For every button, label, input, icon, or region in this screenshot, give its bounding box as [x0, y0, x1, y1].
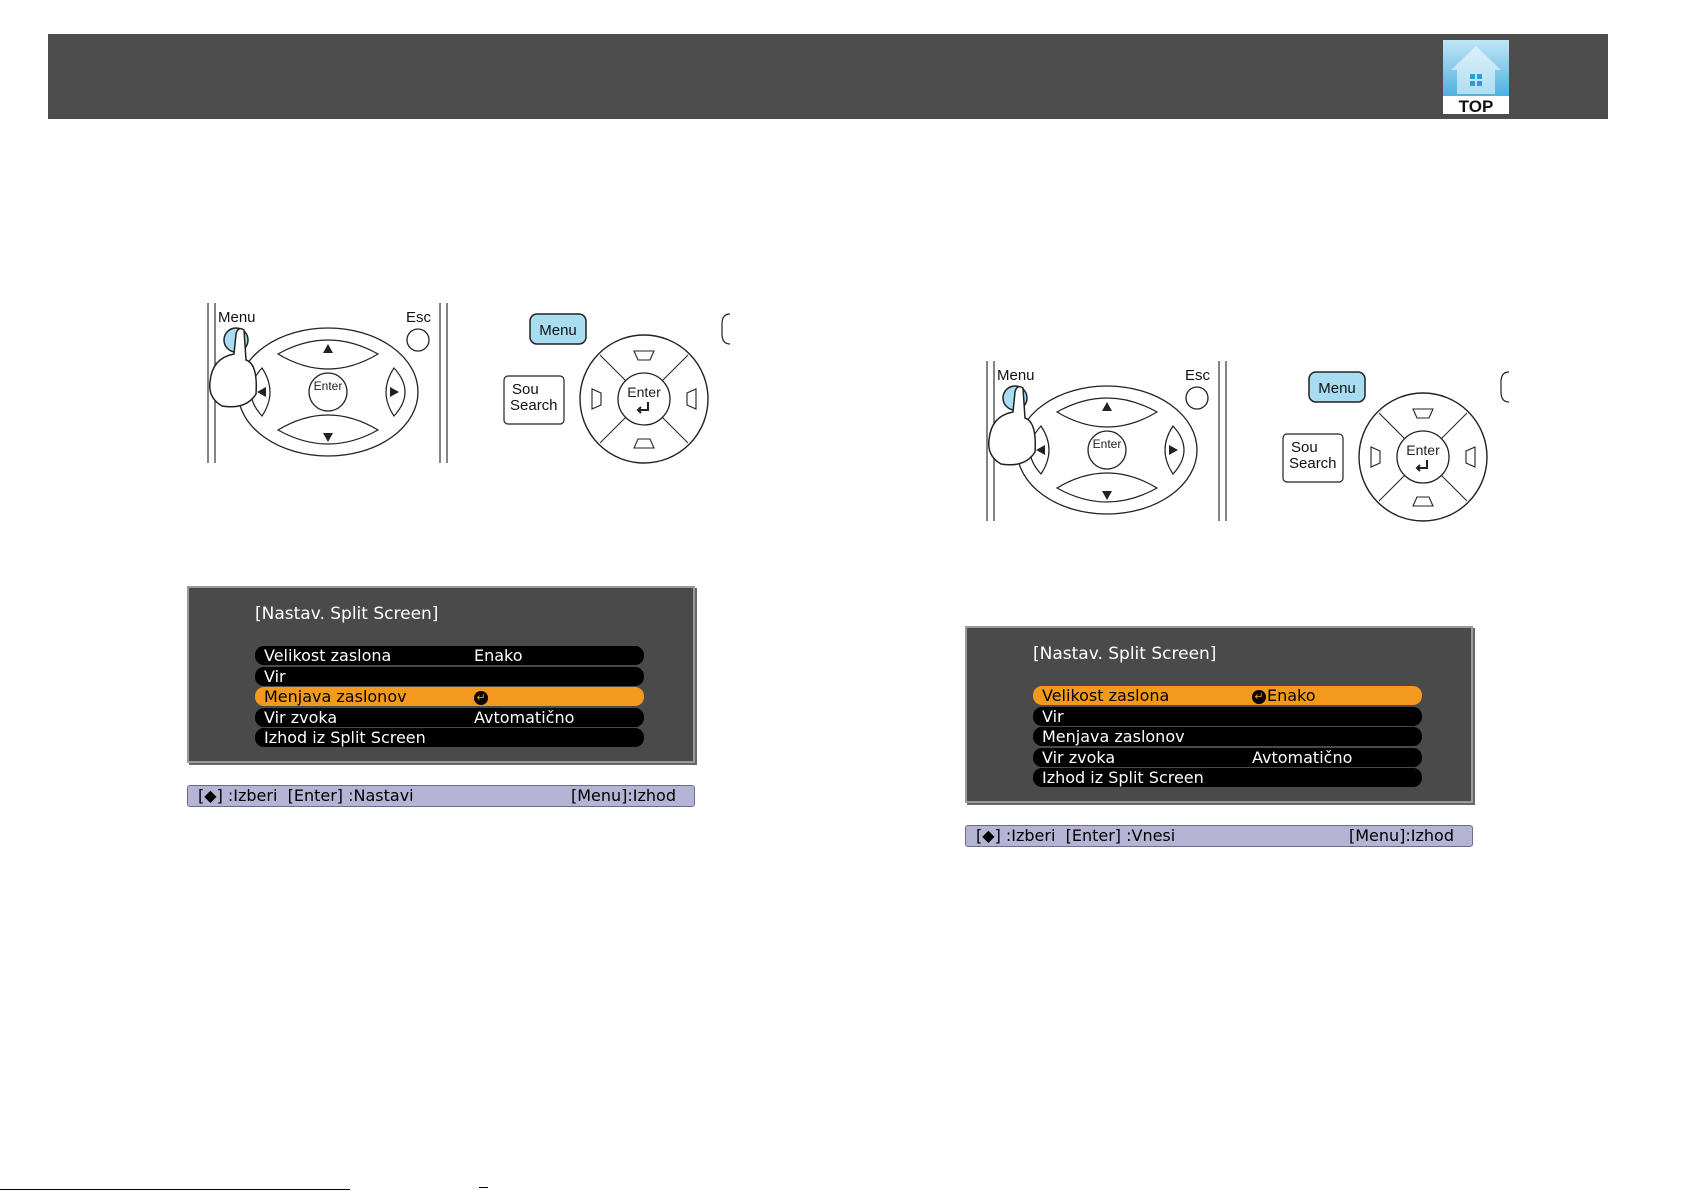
source-label-2: Search: [510, 397, 558, 414]
footer-rule: [0, 1189, 350, 1190]
menu-row-value: Avtomatično: [474, 708, 574, 727]
button-figure-1: Menu Esc Enter Menu Sou Search Enter: [200, 298, 760, 468]
button-figure-2: Menu Esc Enter Menu Sou Search Enter: [979, 356, 1539, 526]
menu-row-value-text: Avtomatično: [1252, 747, 1353, 767]
menu-row-value-text: Enako: [474, 646, 523, 665]
menu-row[interactable]: Vir: [1033, 706, 1422, 726]
enter-icon: ↵: [474, 691, 488, 705]
panel-menu-label: Menu: [1318, 380, 1356, 397]
menu-row-value-text: Enako: [1267, 686, 1316, 705]
menu-row-label: Vir zvoka: [264, 707, 338, 727]
enter-icon: ↵: [1252, 690, 1266, 704]
remote-control: Menu Esc Enter: [207, 303, 448, 463]
menu-row[interactable]: Vir zvoka Avtomatično: [1033, 747, 1422, 767]
help-exit-text: [Menu]:Izhod: [1348, 826, 1454, 845]
help-select-text: ] :Izberi: [994, 826, 1056, 845]
remote-menu-label: Menu: [218, 309, 256, 326]
remote-menu-label: Menu: [997, 367, 1035, 384]
menu-row-label: Velikost zaslona: [1042, 686, 1170, 705]
control-panel: Menu Sou Search Enter: [503, 313, 731, 464]
help-exit-text: [Menu]:Izhod: [570, 786, 676, 805]
source-label-2: Search: [1289, 455, 1337, 472]
up-down-arrows-icon: ◆: [204, 786, 217, 805]
remote-enter-label: Enter: [1093, 437, 1122, 451]
menu-row-label: Vir: [1042, 706, 1064, 726]
panel-enter-label: Enter: [627, 384, 661, 400]
footer-mark: [479, 1187, 488, 1188]
help-select-text: ] :Izberi: [216, 786, 278, 805]
menu-row[interactable]: Vir zvoka Avtomatično: [255, 707, 644, 727]
menu-row[interactable]: Izhod iz Split Screen: [1033, 768, 1422, 787]
source-label-1: Sou: [1291, 439, 1318, 456]
split-screen-menu-2: [Nastav. Split Screen] Velikost zaslona ↵…: [965, 626, 1473, 803]
remote-enter-label: Enter: [314, 379, 343, 393]
top-label: TOP: [1459, 97, 1494, 114]
panel-menu-label: Menu: [539, 322, 577, 339]
menu-row[interactable]: Menjava zaslonov ↵: [255, 687, 644, 706]
remote-esc-label: Esc: [406, 309, 432, 326]
menu-row-label: Izhod iz Split Screen: [264, 728, 426, 747]
menu-row-value: ↵: [474, 687, 489, 706]
menu-row-label: Menjava zaslonov: [1042, 727, 1185, 746]
remote-esc-button[interactable]: [406, 328, 430, 352]
panel-enter-label: Enter: [1406, 442, 1440, 458]
menu-row-value: Enako: [474, 646, 523, 665]
menu-rows: Velikost zaslona ↵ Enako Vir Menjava zaslono…: [1033, 686, 1422, 789]
menu-rows: Velikost zaslona Enako Vir Menjava zaslonov…: [255, 646, 644, 749]
menu-row-label: Velikost zaslona: [264, 646, 392, 665]
menu-row-value-text: Avtomatično: [474, 707, 575, 727]
top-link[interactable]: TOP: [1443, 40, 1509, 114]
menu-row[interactable]: Izhod iz Split Screen: [255, 728, 644, 747]
house-icon: TOP: [1443, 40, 1509, 114]
source-label-1: Sou: [512, 381, 539, 398]
menu-row-label: Vir: [264, 666, 286, 686]
menu-row-label: Vir zvoka: [1042, 747, 1116, 767]
help-bar-2: [◆] :Izberi [Enter] :Vnesi [Menu]:Izhod: [965, 825, 1473, 847]
remote-esc-button[interactable]: [1185, 386, 1209, 410]
help-enter-text: [Enter] :Nastavi: [287, 786, 414, 805]
remote-esc-label: Esc: [1185, 367, 1211, 384]
menu-row-value: Avtomatično: [1252, 748, 1352, 767]
menu-row[interactable]: Velikost zaslona ↵ Enako: [1033, 686, 1422, 705]
help-enter-text: [Enter] :Vnesi: [1065, 826, 1176, 845]
menu-row[interactable]: Vir: [255, 666, 644, 686]
split-screen-menu-1: [Nastav. Split Screen] Velikost zaslona E…: [187, 586, 695, 763]
control-panel: Menu Sou Search Enter: [1282, 371, 1510, 522]
menu-row[interactable]: Menjava zaslonov: [1033, 727, 1422, 746]
menu-title: [Nastav. Split Screen]: [1033, 644, 1217, 664]
menu-row[interactable]: Velikost zaslona Enako: [255, 646, 644, 665]
help-left: [◆] :Izberi [Enter] :Vnesi: [976, 826, 1176, 845]
help-bar-1: [◆] :Izberi [Enter] :Nastavi [Menu]:Izho…: [187, 785, 695, 807]
menu-row-value: ↵ Enako: [1252, 686, 1316, 705]
header-bar: [48, 34, 1608, 119]
remote-control: Menu Esc Enter: [986, 361, 1227, 521]
menu-row-label: Menjava zaslonov: [264, 687, 407, 706]
menu-row-label: Izhod iz Split Screen: [1042, 768, 1204, 787]
up-down-arrows-icon: ◆: [982, 826, 995, 845]
menu-title: [Nastav. Split Screen]: [255, 604, 439, 624]
help-left: [◆] :Izberi [Enter] :Nastavi: [198, 786, 414, 805]
